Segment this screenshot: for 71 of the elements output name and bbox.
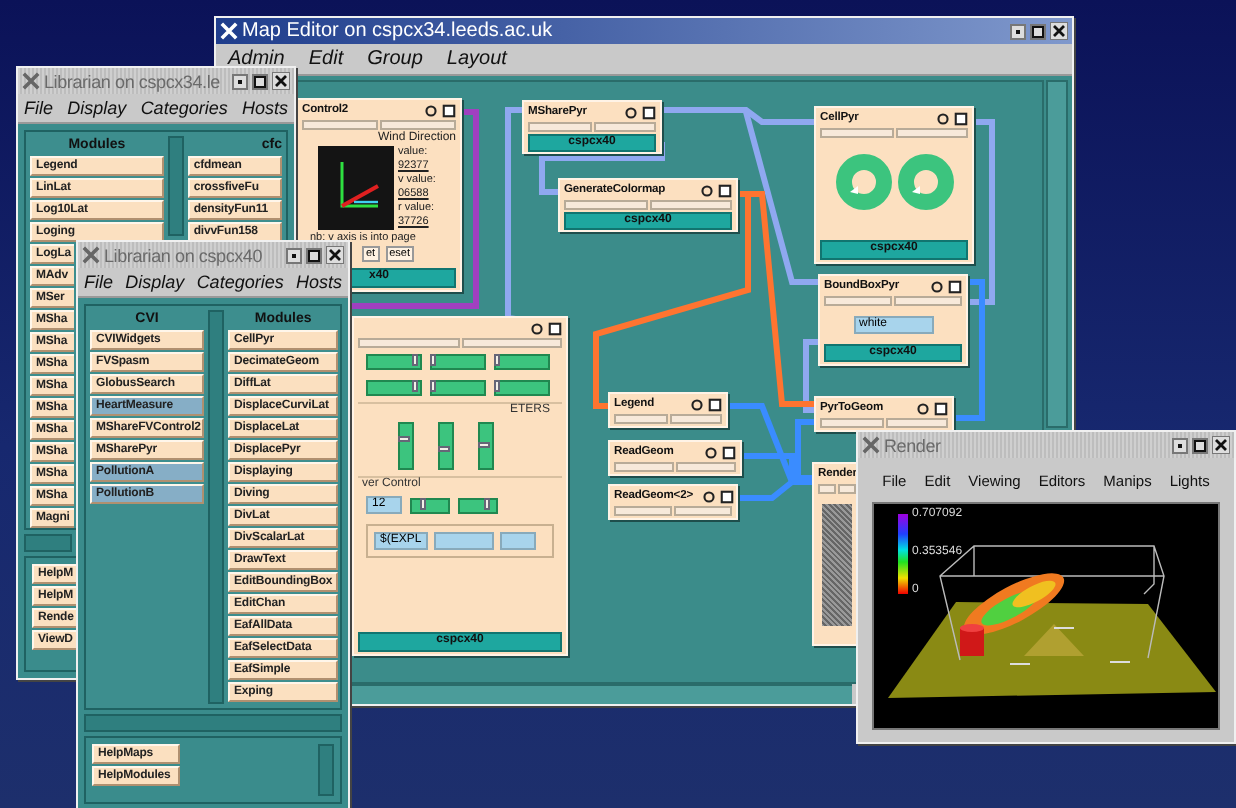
menu-item[interactable]: Edit [308,48,344,70]
window-title: Render [884,435,943,455]
slider[interactable] [494,380,550,396]
slider[interactable] [366,354,422,370]
slider[interactable] [494,354,550,370]
circle-icon[interactable] [700,183,714,197]
scrollbar[interactable] [167,136,184,236]
scrollbar[interactable] [318,744,334,796]
circle-icon[interactable] [690,397,704,411]
square-icon[interactable] [954,111,968,125]
menu-item[interactable]: Hosts [241,98,288,118]
square-icon[interactable] [718,183,732,197]
window-title: Librarian on cspcx34.le [44,71,222,91]
scrollbar[interactable] [352,684,852,704]
slider[interactable] [410,497,450,513]
square-icon[interactable] [442,103,456,117]
menu-item[interactable]: Layout [446,48,507,70]
color-scale [898,514,908,594]
scrollbar[interactable] [208,310,224,704]
square-icon[interactable] [719,489,733,503]
slider[interactable] [366,380,422,396]
maximize-button[interactable] [1030,23,1046,39]
slider[interactable] [430,380,486,396]
circle-icon[interactable] [936,111,950,125]
slider[interactable] [458,497,498,513]
maximize-button[interactable] [1192,437,1208,453]
window-title: Librarian on cspcx40 [104,245,265,265]
minimize-button[interactable] [286,247,302,263]
slider[interactable] [438,422,454,470]
text-field[interactable] [499,532,536,550]
menu-item[interactable]: Display [125,272,185,292]
minimize-button[interactable] [232,73,248,89]
scrollbar[interactable] [1046,80,1068,428]
maximize-button[interactable] [252,73,268,89]
slider[interactable] [430,354,486,370]
circle-icon[interactable] [701,489,715,503]
circle-icon[interactable] [530,321,544,335]
slider[interactable] [398,422,414,470]
slider[interactable] [478,422,494,470]
square-icon[interactable] [642,105,656,119]
scrollbar[interactable] [84,714,342,732]
square-icon[interactable] [948,279,962,293]
close-button[interactable] [272,72,290,90]
preview-drawing [822,504,852,626]
menu-item[interactable]: Categories [140,98,228,118]
circle-icon[interactable] [930,279,944,293]
scrollbar[interactable] [24,534,72,552]
minimize-button[interactable] [1010,23,1026,39]
square-icon[interactable] [934,401,948,415]
connection-line [954,279,985,421]
close-button[interactable] [1212,436,1230,454]
square-icon[interactable] [722,445,736,459]
axes-icon [318,146,394,230]
circle-icon[interactable] [624,105,638,119]
menu-item[interactable]: File [84,272,114,292]
menu-item[interactable]: File [24,98,54,118]
window-title: Map Editor on cspcx34.leeds.ac.uk [242,20,555,42]
minimize-button[interactable] [1172,437,1188,453]
menu-item[interactable]: Display [67,98,127,118]
close-button[interactable] [326,246,344,264]
menu-item[interactable]: Group [367,48,423,70]
circle-icon[interactable] [424,103,438,117]
circle-icon[interactable] [916,401,930,415]
text-field[interactable] [433,532,494,550]
maximize-button[interactable] [306,247,322,263]
circle-icon[interactable] [704,445,718,459]
close-button[interactable] [1050,22,1068,40]
menu-item[interactable]: Admin [228,48,285,70]
square-icon[interactable] [708,397,722,411]
menu-item[interactable]: Categories [196,272,284,292]
square-icon[interactable] [548,321,562,335]
